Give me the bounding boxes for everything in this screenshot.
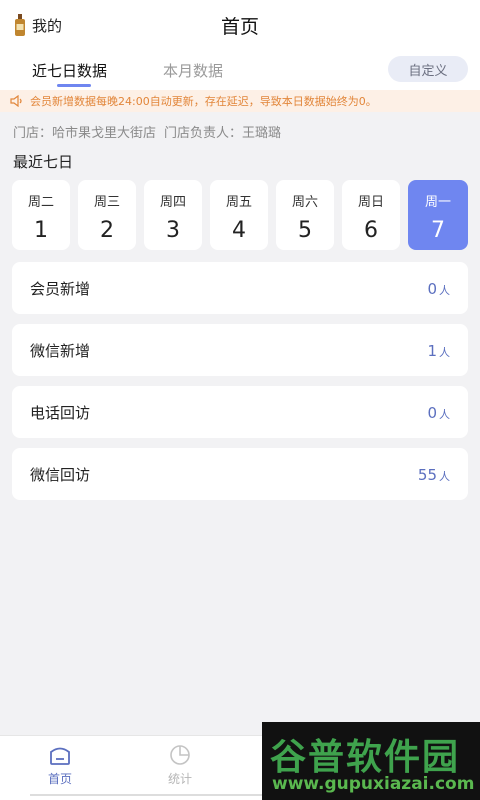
day-weekday: 周一 [424,195,451,210]
store-info: 门店：哈市果戈里大街店 门店负责人：王璐璐 [13,122,281,141]
custom-range-button[interactable]: 自定义 [388,56,468,82]
store-name: 门店：哈市果戈里大街店 [13,126,157,141]
tab-last-seven-days[interactable]: 近七日数据 [32,60,107,81]
app-header: 我的 首页 [0,0,480,50]
stat-unit: 人 [439,407,450,421]
stat-label: 会员新增 [30,279,91,298]
nav-home[interactable]: 首页 [30,744,90,787]
day-weekday: 周二 [27,195,54,210]
day-number: 6 [364,218,378,243]
stat-value-group: 0人 [427,279,450,298]
day-card[interactable]: 周六 5 [276,180,334,250]
stat-value: 1 [427,341,437,360]
date-range-tabs: 近七日数据 本月数据 自定义 [0,50,480,90]
home-icon [50,747,70,765]
day-card[interactable]: 周三 2 [78,180,136,250]
stat-label: 微信回访 [30,465,91,484]
day-weekday: 周三 [93,195,120,210]
day-card[interactable]: 周四 3 [144,180,202,250]
day-weekday: 周五 [225,195,252,210]
stat-value: 0 [427,403,437,422]
speaker-icon [10,95,22,107]
stat-unit: 人 [439,283,450,297]
stat-unit: 人 [439,345,450,359]
stat-card-wechat-followup[interactable]: 微信回访 55 人 [12,448,468,500]
day-weekday: 周六 [291,195,318,210]
stat-card-phone-followup[interactable]: 电话回访 0人 [12,386,468,438]
day-number: 3 [166,218,180,243]
section-title: 最近七日 [13,153,74,171]
stat-value-group: 1人 [427,341,450,360]
nav-home-label: 首页 [47,772,72,786]
stat-card-member-new[interactable]: 会员新增 0人 [12,262,468,314]
day-number: 5 [298,218,312,243]
stat-value-group: 55 人 [418,465,450,484]
day-number: 1 [34,218,48,243]
update-notice: 会员新增数据每晚24:00自动更新，存在延迟，导致本日数据始终为0。 [0,90,480,112]
page-title: 首页 [220,16,259,38]
day-weekday: 周四 [159,195,186,210]
day-number: 7 [431,218,445,243]
nav-stats-label: 统计 [167,772,192,786]
active-tab-indicator [57,84,91,87]
day-selector: 周二 1 周三 2 周四 3 周五 4 周六 5 周日 6 周一 7 [12,180,468,250]
day-number: 2 [100,218,114,243]
day-number: 4 [232,218,246,243]
stat-label: 电话回访 [30,403,91,422]
watermark-logo: 谷普软件园 www.gupuxiazai.com [262,722,480,800]
stat-card-wechat-new[interactable]: 微信新增 1人 [12,324,468,376]
day-card[interactable]: 周五 4 [210,180,268,250]
watermark-title: 谷普软件园 [270,737,461,778]
day-card[interactable]: 周日 6 [342,180,400,250]
notice-text: 会员新增数据每晚24:00自动更新，存在延迟，导致本日数据始终为0。 [30,95,377,108]
stat-value: 55 [417,465,437,484]
stat-value-group: 0人 [427,403,450,422]
pie-chart-icon [170,745,190,765]
day-weekday: 周日 [357,195,384,210]
stat-label: 微信新增 [30,341,91,360]
watermark-url: www.gupuxiazai.com [272,774,475,794]
stat-unit: 人 [439,469,450,483]
stat-value: 0 [427,279,437,298]
store-manager: 门店负责人：王璐璐 [164,126,282,141]
nav-stats[interactable]: 统计 [150,744,210,787]
day-card-selected[interactable]: 周一 7 [408,180,468,250]
tab-this-month[interactable]: 本月数据 [163,60,223,81]
day-card[interactable]: 周二 1 [12,180,70,250]
